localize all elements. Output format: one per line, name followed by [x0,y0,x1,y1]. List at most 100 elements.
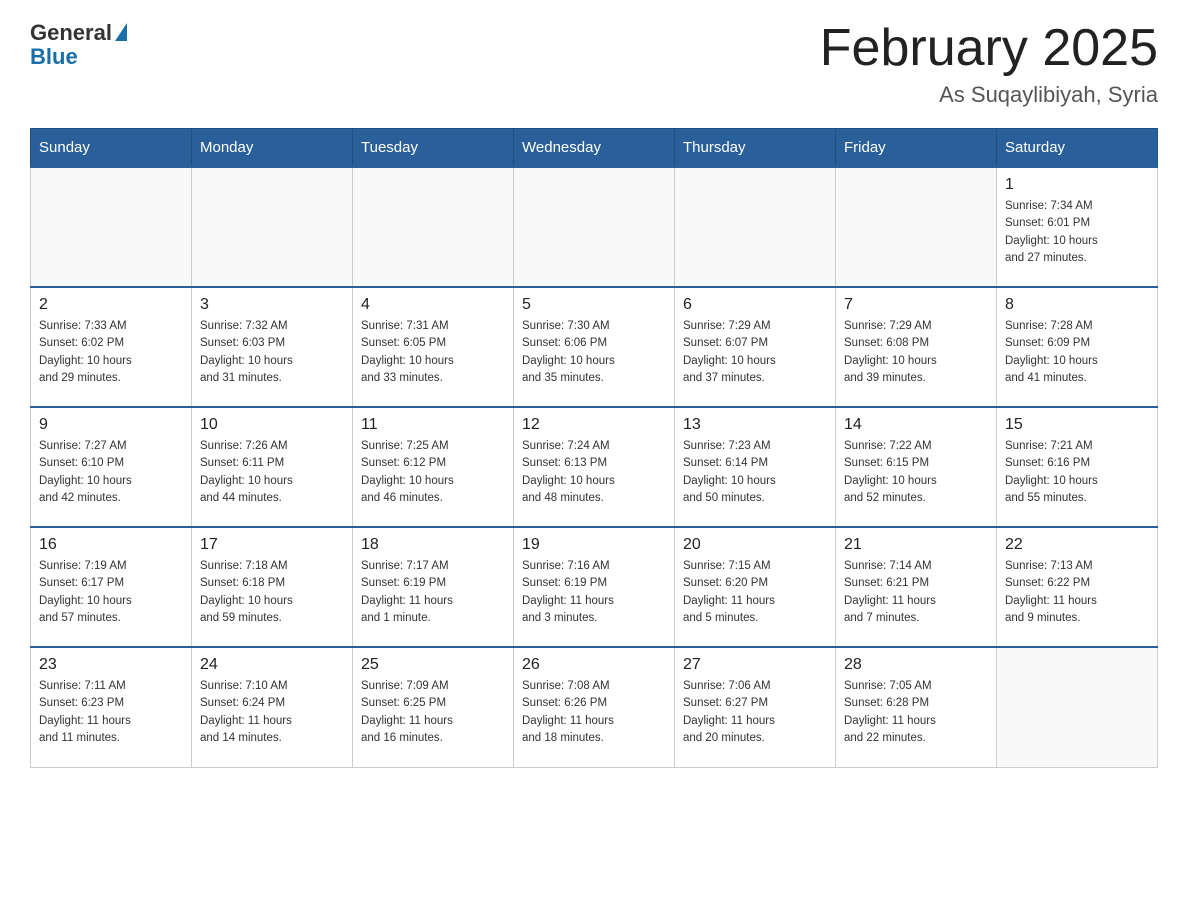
day-info: Sunrise: 7:06 AM Sunset: 6:27 PM Dayligh… [683,678,827,747]
calendar-cell: 14 Sunrise: 7:22 AM Sunset: 6:15 PM Dayli… [836,407,997,527]
day-info: Sunrise: 7:16 AM Sunset: 6:19 PM Dayligh… [522,558,666,627]
day-info: Sunrise: 7:18 AM Sunset: 6:18 PM Dayligh… [200,558,344,627]
day-info: Sunrise: 7:05 AM Sunset: 6:28 PM Dayligh… [844,678,988,747]
weekday-header-friday: Friday [836,129,997,168]
logo-blue-text: Blue [30,44,78,70]
page-header: General Blue February 2025 As Suqaylibiy… [30,20,1158,108]
day-info: Sunrise: 7:29 AM Sunset: 6:07 PM Dayligh… [683,318,827,387]
day-number: 25 [361,656,505,674]
calendar-cell: 27 Sunrise: 7:06 AM Sunset: 6:27 PM Dayli… [675,647,836,767]
calendar-cell: 16Sunrise: 7:19 AM Sunset: 6:17 PM Dayli… [31,527,192,647]
calendar-table: SundayMondayTuesdayWednesdayThursdayFrid… [30,128,1158,768]
location-title: As Suqaylibiyah, Syria [820,82,1158,108]
day-info: Sunrise: 7:26 AM Sunset: 6:11 PM Dayligh… [200,438,344,507]
day-info: Sunrise: 7:29 AM Sunset: 6:08 PM Dayligh… [844,318,988,387]
calendar-cell: 18 Sunrise: 7:17 AM Sunset: 6:19 PM Dayli… [353,527,514,647]
day-info: Sunrise: 7:31 AM Sunset: 6:05 PM Dayligh… [361,318,505,387]
day-number: 26 [522,656,666,674]
week-row-4: 16Sunrise: 7:19 AM Sunset: 6:17 PM Dayli… [31,527,1158,647]
calendar-cell: 21Sunrise: 7:14 AM Sunset: 6:21 PM Dayli… [836,527,997,647]
day-number: 18 [361,536,505,554]
logo: General Blue [30,20,127,70]
day-number: 28 [844,656,988,674]
day-number: 3 [200,296,344,314]
day-number: 13 [683,416,827,434]
day-info: Sunrise: 7:27 AM Sunset: 6:10 PM Dayligh… [39,438,183,507]
day-info: Sunrise: 7:14 AM Sunset: 6:21 PM Dayligh… [844,558,988,627]
calendar-cell [514,167,675,287]
logo-triangle-icon [115,23,127,41]
day-info: Sunrise: 7:32 AM Sunset: 6:03 PM Dayligh… [200,318,344,387]
day-info: Sunrise: 7:17 AM Sunset: 6:19 PM Dayligh… [361,558,505,627]
day-number: 8 [1005,296,1149,314]
day-number: 2 [39,296,183,314]
day-number: 19 [522,536,666,554]
calendar-cell: 4 Sunrise: 7:31 AM Sunset: 6:05 PM Daylig… [353,287,514,407]
day-number: 10 [200,416,344,434]
day-info: Sunrise: 7:22 AM Sunset: 6:15 PM Dayligh… [844,438,988,507]
day-number: 17 [200,536,344,554]
week-row-2: 2 Sunrise: 7:33 AM Sunset: 6:02 PM Daylig… [31,287,1158,407]
day-info: Sunrise: 7:34 AM Sunset: 6:01 PM Dayligh… [1005,198,1149,267]
title-section: February 2025 As Suqaylibiyah, Syria [820,20,1158,108]
calendar-cell: 24 Sunrise: 7:10 AM Sunset: 6:24 PM Dayli… [192,647,353,767]
calendar-cell: 3 Sunrise: 7:32 AM Sunset: 6:03 PM Daylig… [192,287,353,407]
day-info: Sunrise: 7:33 AM Sunset: 6:02 PM Dayligh… [39,318,183,387]
day-info: Sunrise: 7:08 AM Sunset: 6:26 PM Dayligh… [522,678,666,747]
day-number: 5 [522,296,666,314]
day-number: 4 [361,296,505,314]
calendar-cell [997,647,1158,767]
calendar-cell: 25Sunrise: 7:09 AM Sunset: 6:25 PM Dayli… [353,647,514,767]
day-number: 12 [522,416,666,434]
calendar-cell: 9 Sunrise: 7:27 AM Sunset: 6:10 PM Daylig… [31,407,192,527]
calendar-cell [192,167,353,287]
day-number: 20 [683,536,827,554]
weekday-header-monday: Monday [192,129,353,168]
calendar-cell: 20 Sunrise: 7:15 AM Sunset: 6:20 PM Dayli… [675,527,836,647]
day-number: 6 [683,296,827,314]
day-number: 11 [361,416,505,434]
week-row-3: 9 Sunrise: 7:27 AM Sunset: 6:10 PM Daylig… [31,407,1158,527]
calendar-cell [836,167,997,287]
day-number: 16 [39,536,183,554]
weekday-header-wednesday: Wednesday [514,129,675,168]
weekday-header-tuesday: Tuesday [353,129,514,168]
day-info: Sunrise: 7:23 AM Sunset: 6:14 PM Dayligh… [683,438,827,507]
calendar-cell: 6 Sunrise: 7:29 AM Sunset: 6:07 PM Daylig… [675,287,836,407]
calendar-cell: 15Sunrise: 7:21 AM Sunset: 6:16 PM Dayli… [997,407,1158,527]
calendar-cell: 11Sunrise: 7:25 AM Sunset: 6:12 PM Dayli… [353,407,514,527]
calendar-cell: 12Sunrise: 7:24 AM Sunset: 6:13 PM Dayli… [514,407,675,527]
calendar-cell: 5 Sunrise: 7:30 AM Sunset: 6:06 PM Daylig… [514,287,675,407]
calendar-cell: 28 Sunrise: 7:05 AM Sunset: 6:28 PM Dayli… [836,647,997,767]
day-number: 22 [1005,536,1149,554]
day-info: Sunrise: 7:28 AM Sunset: 6:09 PM Dayligh… [1005,318,1149,387]
calendar-cell [31,167,192,287]
day-number: 24 [200,656,344,674]
day-info: Sunrise: 7:10 AM Sunset: 6:24 PM Dayligh… [200,678,344,747]
calendar-cell: 8 Sunrise: 7:28 AM Sunset: 6:09 PM Daylig… [997,287,1158,407]
calendar-cell: 19 Sunrise: 7:16 AM Sunset: 6:19 PM Dayli… [514,527,675,647]
calendar-cell [353,167,514,287]
day-info: Sunrise: 7:11 AM Sunset: 6:23 PM Dayligh… [39,678,183,747]
week-row-1: 1 Sunrise: 7:34 AM Sunset: 6:01 PM Daylig… [31,167,1158,287]
day-number: 9 [39,416,183,434]
calendar-cell [675,167,836,287]
weekday-header-row: SundayMondayTuesdayWednesdayThursdayFrid… [31,129,1158,168]
day-number: 14 [844,416,988,434]
day-info: Sunrise: 7:15 AM Sunset: 6:20 PM Dayligh… [683,558,827,627]
calendar-cell: 10 Sunrise: 7:26 AM Sunset: 6:11 PM Dayli… [192,407,353,527]
weekday-header-sunday: Sunday [31,129,192,168]
day-info: Sunrise: 7:30 AM Sunset: 6:06 PM Dayligh… [522,318,666,387]
weekday-header-thursday: Thursday [675,129,836,168]
calendar-cell: 26 Sunrise: 7:08 AM Sunset: 6:26 PM Dayli… [514,647,675,767]
calendar-cell: 1 Sunrise: 7:34 AM Sunset: 6:01 PM Daylig… [997,167,1158,287]
calendar-cell: 17 Sunrise: 7:18 AM Sunset: 6:18 PM Dayli… [192,527,353,647]
calendar-cell: 22Sunrise: 7:13 AM Sunset: 6:22 PM Dayli… [997,527,1158,647]
day-number: 27 [683,656,827,674]
weekday-header-saturday: Saturday [997,129,1158,168]
day-number: 23 [39,656,183,674]
day-number: 1 [1005,176,1149,194]
calendar-cell: 13 Sunrise: 7:23 AM Sunset: 6:14 PM Dayli… [675,407,836,527]
week-row-5: 23 Sunrise: 7:11 AM Sunset: 6:23 PM Dayli… [31,647,1158,767]
day-number: 7 [844,296,988,314]
